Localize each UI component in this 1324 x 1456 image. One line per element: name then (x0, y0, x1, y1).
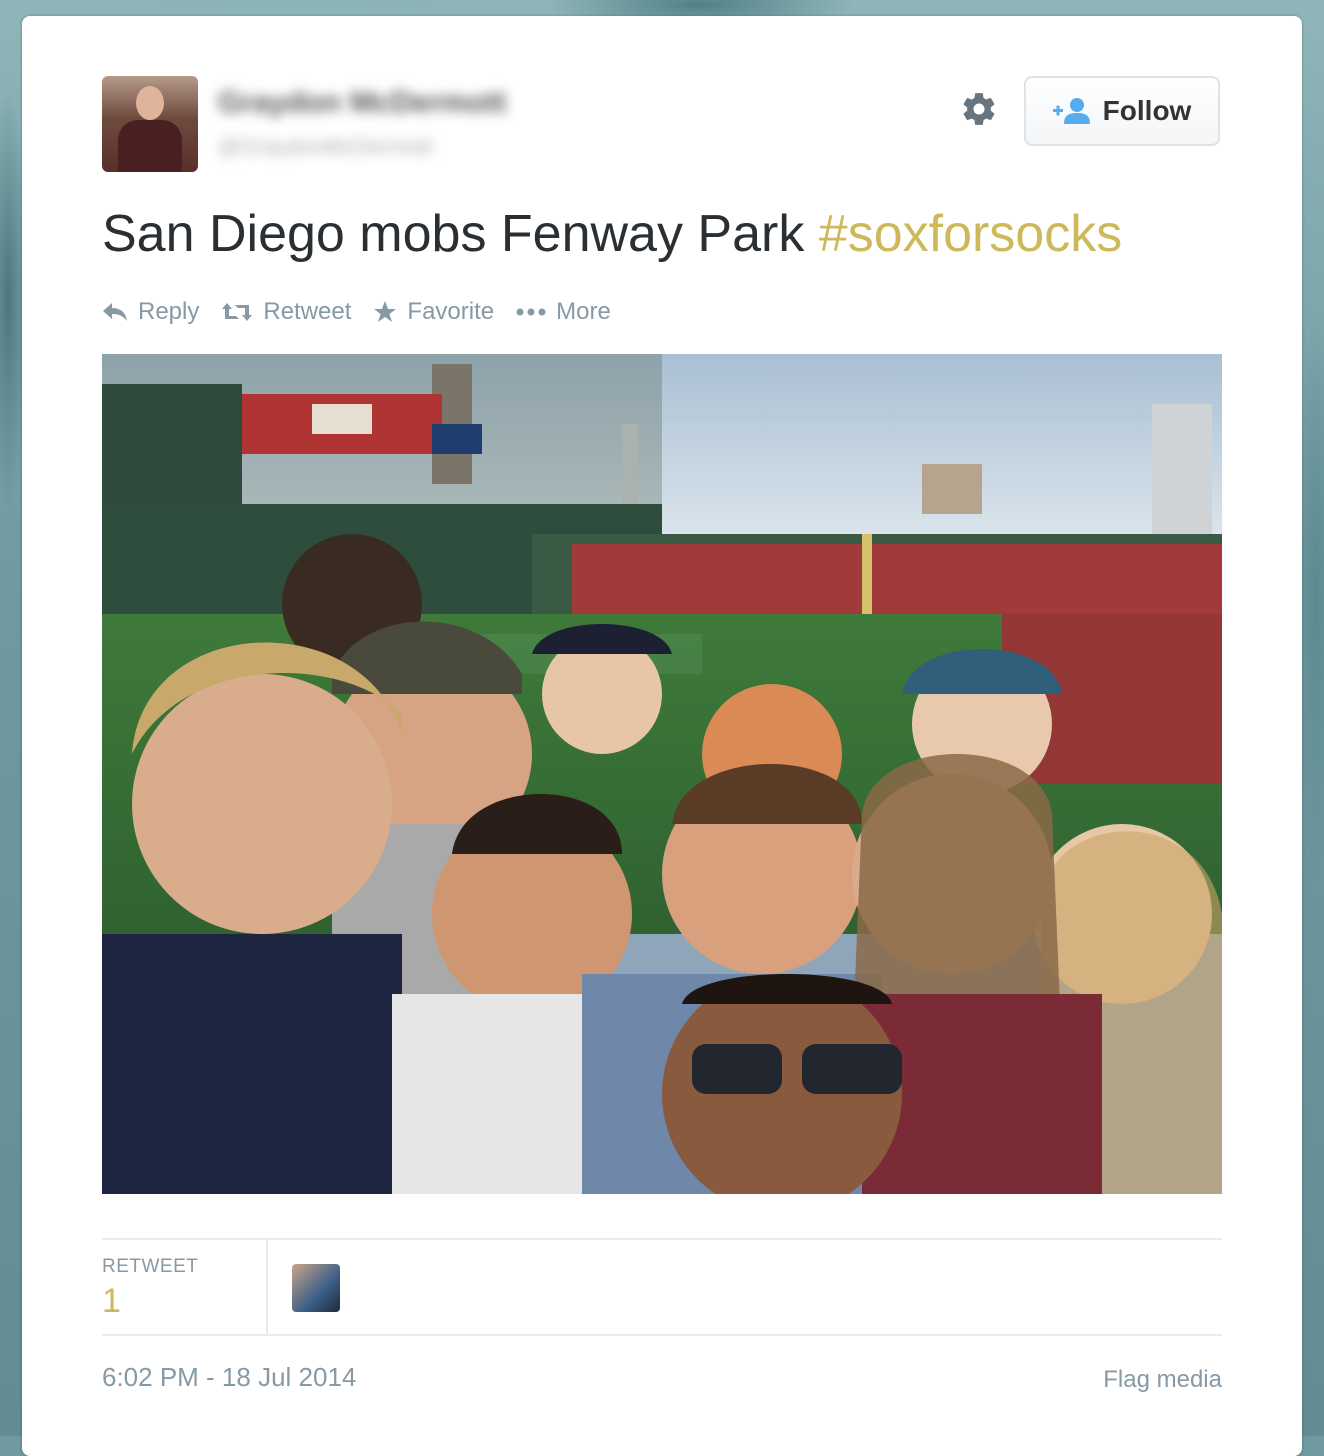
reply-action[interactable]: Reply (102, 298, 199, 326)
reply-icon (103, 303, 127, 321)
hashtag-link[interactable]: #soxforsocks (819, 205, 1122, 263)
retweeter-avatar[interactable] (292, 1264, 340, 1312)
reply-label: Reply (138, 298, 200, 325)
more-label: More (556, 298, 611, 325)
flag-media-link[interactable]: Flag media (1103, 1366, 1222, 1394)
tweet-actions: Reply Retweet Favorite More (102, 298, 611, 326)
author-display-name[interactable]: Graydon McDermott (218, 86, 506, 120)
retweet-action[interactable]: Retweet (221, 298, 351, 326)
favorite-label: Favorite (407, 298, 495, 325)
follow-button-label: Follow (1102, 95, 1192, 126)
more-dots-icon (516, 308, 546, 316)
follow-user-plus-icon (1052, 98, 1090, 124)
avatar-head (136, 86, 164, 120)
tweet-photo[interactable] (102, 354, 1222, 1194)
retweet-stat-label: RETWEET (102, 1256, 199, 1277)
star-icon (374, 301, 397, 322)
tweet-timestamp[interactable]: 6:02 PM - 18 Jul 2014 (102, 1362, 356, 1393)
author-avatar[interactable] (102, 76, 198, 172)
gear-icon[interactable] (960, 90, 998, 128)
stats-divider (266, 1240, 268, 1334)
avatar-body (118, 120, 182, 172)
follow-button[interactable]: Follow (1024, 76, 1220, 146)
more-action[interactable]: More (516, 298, 611, 326)
tweet-body: San Diego mobs Fenway Park (102, 205, 819, 263)
stadium-selfie-image (102, 354, 1222, 1194)
tweet-card: Graydon McDermott @GraydonMcDermott Foll… (22, 16, 1302, 1456)
retweet-label: Retweet (263, 298, 352, 325)
author-handle[interactable]: @GraydonMcDermott (218, 134, 432, 160)
retweet-icon (222, 303, 253, 321)
tweet-text: San Diego mobs Fenway Park #soxforsocks (102, 204, 1122, 264)
tweet-stats: RETWEET 1 (102, 1238, 1222, 1336)
retweet-stat-count[interactable]: 1 (102, 1282, 121, 1321)
favorite-action[interactable]: Favorite (373, 298, 494, 326)
